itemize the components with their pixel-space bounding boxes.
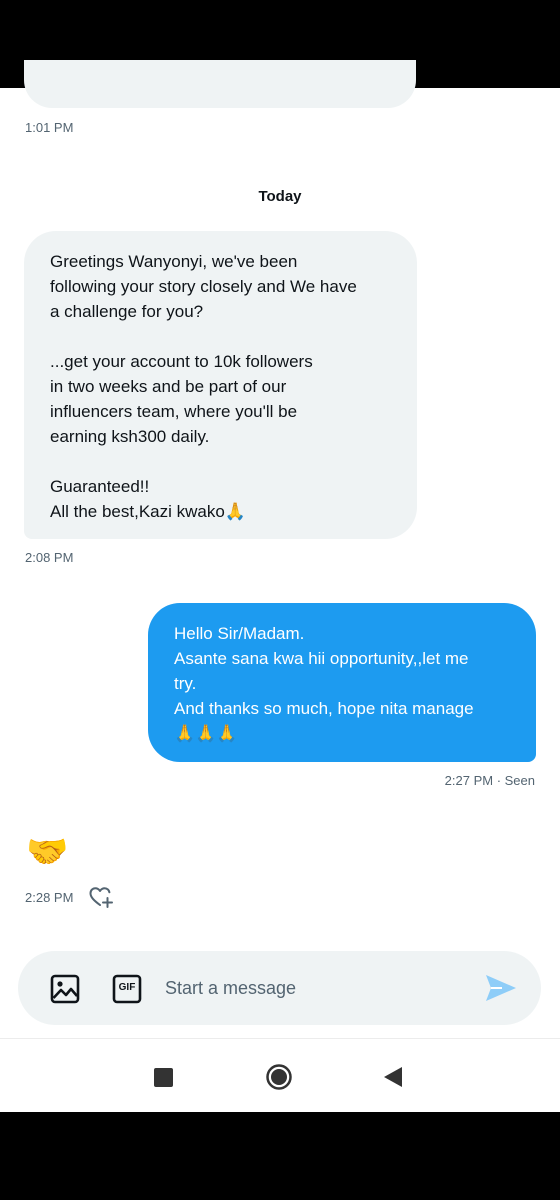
incoming-message-time: 2:08 PM (25, 550, 74, 565)
handshake-emoji-message[interactable]: 🤝 (26, 832, 68, 872)
outgoing-message-bubble[interactable]: Hello Sir/Madam. Asante sana kwa hii opp… (148, 603, 536, 762)
gif-icon[interactable]: GIF (112, 974, 142, 1004)
message-paragraph: Greetings Wanyonyi, we've been following… (50, 252, 357, 321)
previous-message-bubble[interactable] (24, 60, 416, 108)
send-icon[interactable] (484, 973, 518, 1003)
incoming-message-bubble[interactable]: Greetings Wanyonyi, we've been following… (24, 231, 417, 539)
message-paragraph: ...get your account to 10k followers in … (50, 352, 313, 446)
image-icon[interactable] (50, 974, 80, 1004)
home-icon[interactable] (265, 1063, 293, 1091)
heart-add-icon[interactable] (88, 884, 114, 910)
message-paragraph: Guaranteed!! All the best,Kazi kwako🙏 (50, 477, 246, 521)
message-text: Hello Sir/Madam. Asante sana kwa hii opp… (174, 624, 474, 743)
message-input-placeholder[interactable]: Start a message (165, 978, 296, 999)
message-composer[interactable]: GIF Start a message (18, 951, 541, 1025)
emoji-message-time: 2:28 PM (25, 890, 74, 905)
back-icon[interactable] (383, 1066, 403, 1088)
system-navigation-bar (0, 1038, 560, 1113)
outgoing-message-status: 2:27 PM · Seen (444, 773, 535, 788)
bottom-black-area (0, 1112, 560, 1200)
gif-label: GIF (118, 982, 136, 993)
day-separator: Today (258, 188, 302, 205)
previous-message-time: 1:01 PM (25, 120, 74, 135)
recent-apps-icon[interactable] (154, 1068, 173, 1087)
